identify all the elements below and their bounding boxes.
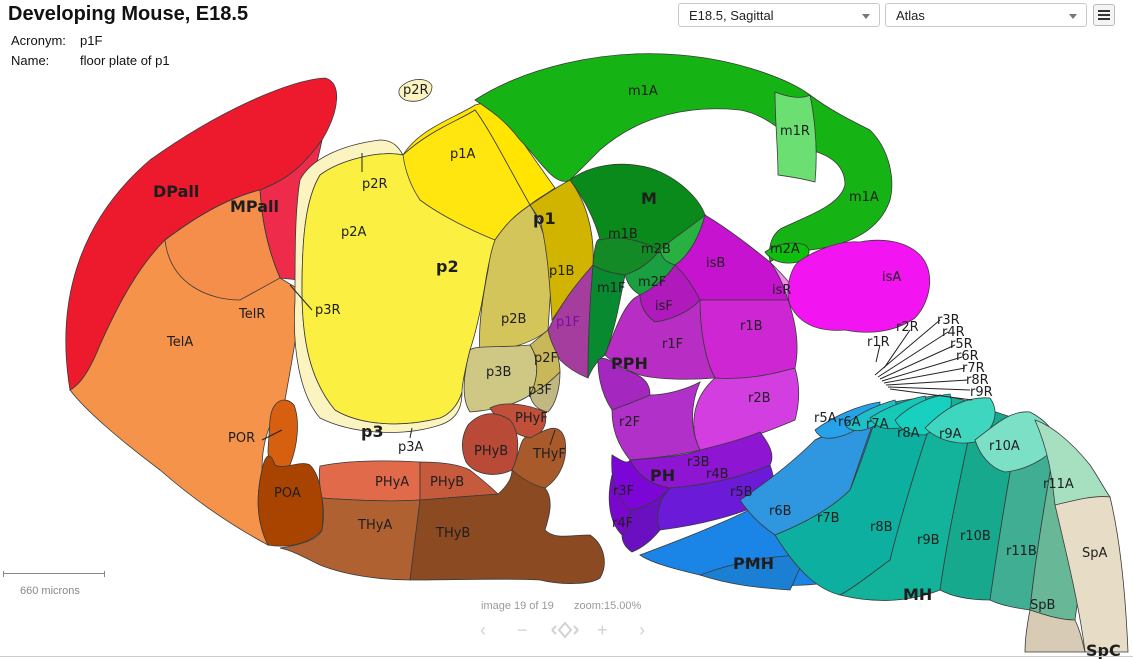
label-r5A: r5A [814,411,837,426]
label-isA: isA [882,270,901,285]
scale-label: 660 microns [20,585,80,597]
label-PHyB: PHyB [474,444,508,459]
label-r7A: r7A [866,417,889,432]
zoom-out-icon[interactable]: − [517,620,528,640]
label-p2R-top: p2R [403,83,429,98]
label-p2A: p2A [341,225,367,240]
label-r10A: r10A [989,439,1020,454]
label-m1F: m1F [597,281,625,296]
label-M: M [641,189,657,208]
scale-bar [3,571,105,577]
label-r4F: r4F [612,516,633,531]
next-arrow-icon[interactable]: › [639,620,645,640]
region-isA[interactable] [787,239,931,333]
label-p2R: p2R [362,177,388,192]
label-SpB: SpB [1030,598,1055,613]
label-m1A-top: m1A [628,84,658,99]
label-p3A: p3A [398,440,424,455]
label-PPH: PPH [611,354,648,373]
label-r8A: r8A [897,426,920,441]
label-r2B: r2B [748,391,771,406]
label-r2F: r2F [619,415,640,430]
label-MPall: MPall [230,197,279,216]
label-p3R: p3R [315,303,341,318]
label-m2B: m2B [641,242,671,257]
label-p3: p3 [361,422,384,441]
label-r8B: r8B [870,520,893,535]
label-PMH: PMH [733,554,774,573]
label-r1B: r1B [740,319,763,334]
label-THyB: THyB [435,526,470,541]
label-p2F: p2F [534,351,558,366]
label-r10B: r10B [960,529,991,544]
label-m2A: m2A [770,242,800,257]
label-PHyA: PHyA [375,475,409,490]
label-r9A: r9A [939,427,962,442]
label-SpA: SpA [1082,546,1108,561]
label-r1R: r1R [867,335,890,350]
label-p1A: p1A [450,147,476,162]
label-r11A: r11A [1043,477,1074,492]
label-isR: isR [772,283,791,298]
label-TelR: TelR [238,307,265,322]
label-r2R: r2R [896,320,919,335]
label-r1F: r1F [662,337,683,352]
brain-atlas-map[interactable]: DPall MPall TelR TelA POR POA p2R p2R p3… [0,0,1133,659]
label-r5B: r5B [730,485,753,500]
label-p1: p1 [533,209,556,228]
label-r4B: r4B [706,467,729,482]
label-m1B: m1B [608,227,638,242]
label-p3B: p3B [486,365,511,380]
label-m1R: m1R [780,124,810,139]
label-p1B: p1B [549,264,574,279]
image-counter: image 19 of 19 [481,600,554,612]
label-m1A: m1A [849,190,879,205]
label-p3F: p3F [528,383,552,398]
label-MH: MH [903,585,932,604]
label-POR: POR [228,431,255,446]
label-r3F: r3F [613,484,634,499]
bottom-divider [0,656,1133,657]
label-TelA: TelA [166,335,193,350]
label-PHyB2: PHyB [430,475,464,490]
prev-arrow-icon[interactable]: ‹ [480,620,486,640]
label-p2: p2 [436,257,459,276]
label-THyF: THyF [532,447,566,462]
label-r6B: r6B [769,504,792,519]
label-r7B: r7B [817,511,840,526]
zoom-in-icon[interactable]: + [597,620,608,640]
label-r9B: r9B [917,533,940,548]
label-PHyF: PHyF [515,411,548,426]
label-p2B: p2B [501,312,526,327]
label-r11B: r11B [1006,544,1037,559]
label-m2F: m2F [638,275,666,290]
zoom-level: zoom:15.00% [574,600,642,612]
label-r6A: r6A [838,415,861,430]
label-r9R: r9R [970,385,993,400]
region-r1B[interactable] [699,299,798,379]
label-PH: PH [650,466,675,485]
label-isB: isB [706,256,725,271]
label-isF: isF [655,299,673,314]
fit-view-icon[interactable] [549,618,581,646]
label-POA: POA [274,486,301,501]
label-p1F: p1F [556,315,580,330]
label-DPall: DPall [153,182,199,201]
label-THyA: THyA [357,518,392,533]
